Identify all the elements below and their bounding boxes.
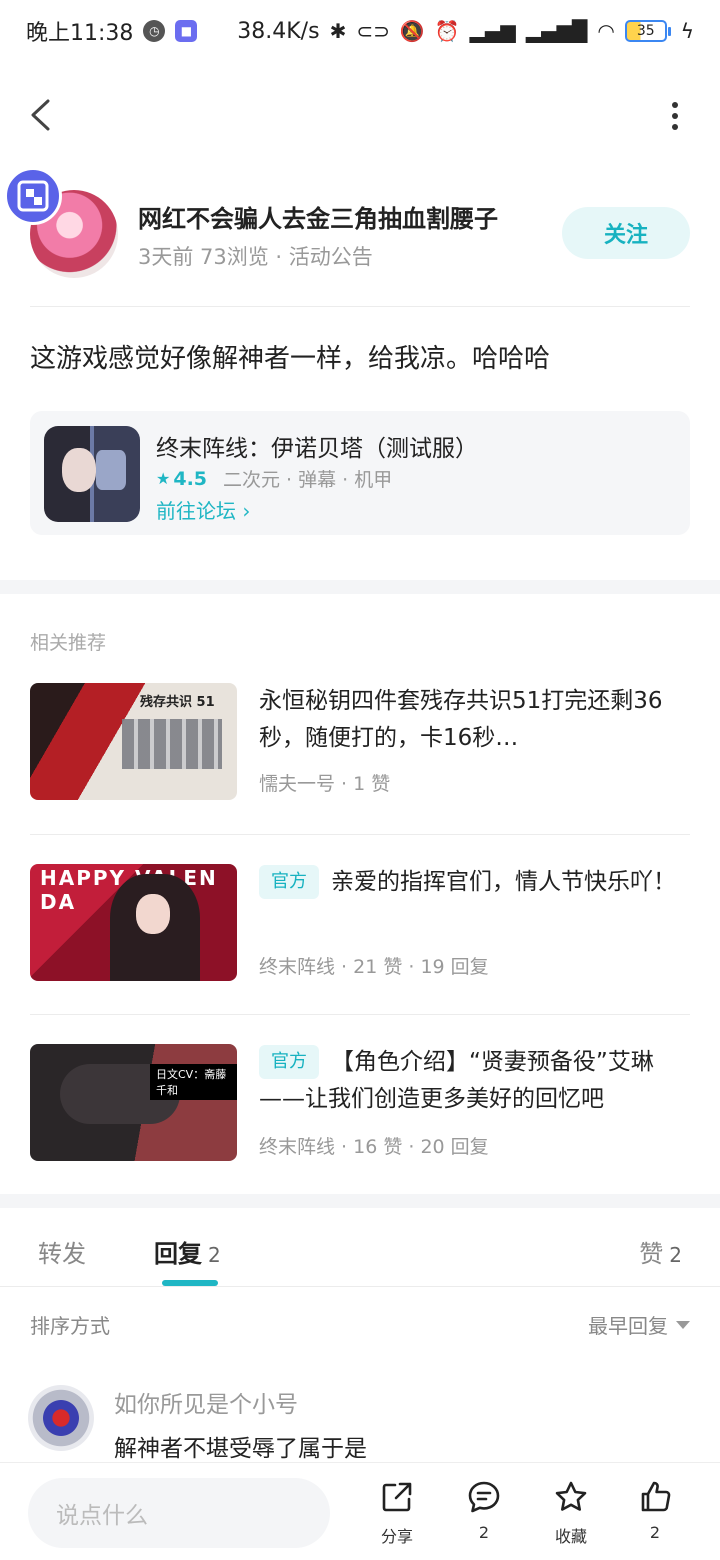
commenter-avatar[interactable]	[28, 1385, 94, 1451]
more-options-icon[interactable]	[670, 102, 680, 130]
author-name[interactable]: 网红不会骗人去金三角抽血割腰子	[138, 199, 498, 234]
tab-reply-label: 回复	[154, 1240, 202, 1268]
mute-icon: 🔕	[399, 19, 425, 43]
official-tag: 官方	[259, 865, 319, 899]
author-header: 网红不会骗人去金三角抽血割腰子 3天前 73浏览 · 活动公告 关注	[0, 167, 720, 285]
tab-like-count: 2	[669, 1243, 682, 1267]
app-notification-icon: ◷	[143, 20, 166, 42]
section-divider	[0, 580, 720, 594]
sort-row: 排序方式 最早回复	[30, 1310, 690, 1339]
related-title: 官方 亲爱的指挥官们，情人节快乐吖！	[259, 864, 689, 901]
app-notification-icon: ■	[175, 20, 198, 42]
post-body: 这游戏感觉好像解神者一样，给我凉。哈哈哈	[30, 344, 551, 374]
related-title: 官方 【角色介绍】“贤妻预备役”艾琳——让我们创造更多美好的回忆吧	[259, 1044, 689, 1118]
related-meta: 终末阵线 · 21 赞 · 19 回复	[259, 956, 489, 978]
like-count: 2	[649, 1523, 661, 1542]
badge-icon	[4, 167, 62, 225]
top-nav	[0, 80, 720, 150]
tab-like-label: 赞	[639, 1240, 664, 1268]
favorite-label: 收藏	[554, 1527, 587, 1546]
related-title: 永恒秘钥四件套残存共识51打完还剩36秒，随便打的，卡16秒…	[259, 683, 689, 757]
game-icon	[44, 426, 140, 522]
related-thumbnail: 日文CV：斋藤千和	[30, 1044, 237, 1161]
thumbnail-caption: 日文CV：斋藤千和	[150, 1064, 237, 1100]
wifi-icon: ◠	[597, 19, 615, 43]
forum-link[interactable]: 前往论坛 ›	[156, 495, 250, 524]
sort-value: 最早回复	[588, 1314, 668, 1338]
divider	[30, 1014, 690, 1015]
tab-reply[interactable]: 回复 2	[154, 1234, 221, 1269]
sort-dropdown[interactable]: 最早回复	[588, 1310, 690, 1339]
toggle-icon: ⊂⊃	[356, 19, 390, 43]
related-label: 相关推荐	[30, 632, 107, 654]
game-meta: ★ 4.5 二次元 · 弹幕 · 机甲	[156, 465, 392, 492]
bluetooth-icon: ✱	[329, 19, 347, 43]
network-speed: 38.4K/s	[237, 18, 320, 44]
related-item[interactable]: 日文CV：斋藤千和 官方 【角色介绍】“贤妻预备役”艾琳——让我们创造更多美好的回…	[30, 1044, 690, 1164]
chevron-right-icon: ›	[242, 499, 251, 523]
game-rating: 4.5	[173, 467, 208, 490]
tab-forward[interactable]: 转发	[38, 1234, 86, 1269]
related-item[interactable]: HAPPY VALEN DA 官方亲爱的指挥官们，情人节快乐吖！ 终末阵线 · …	[30, 864, 690, 984]
related-title-text: 亲爱的指挥官们，情人节快乐吖！	[331, 869, 676, 895]
sort-label: 排序方式	[30, 1314, 110, 1338]
star-outline-icon	[555, 1481, 587, 1511]
charging-icon: ϟ	[680, 19, 694, 43]
comment-input[interactable]: 说点什么	[28, 1478, 330, 1548]
forum-link-label: 前往论坛	[156, 499, 236, 523]
share-button[interactable]: 分享	[362, 1479, 432, 1547]
caret-down-icon	[676, 1320, 690, 1329]
comment-text: 解神者不堪受辱了属于是	[114, 1436, 367, 1462]
game-card[interactable]: 终末阵线：伊诺贝塔（测试服） ★ 4.5 二次元 · 弹幕 · 机甲 前往论坛 …	[30, 411, 690, 535]
battery-icon: 35	[624, 20, 671, 42]
section-divider	[0, 1194, 720, 1208]
share-icon	[382, 1482, 412, 1512]
official-tag: 官方	[259, 1045, 319, 1079]
comment-icon	[468, 1481, 500, 1513]
battery-level: 35	[624, 20, 667, 42]
thumbnail-caption: 残存共识 51	[140, 695, 215, 710]
comment-button[interactable]: 2	[449, 1479, 519, 1542]
related-item[interactable]: 残存共识 51 永恒秘钥四件套残存共识51打完还剩36秒，随便打的，卡16秒… …	[30, 683, 690, 803]
divider	[0, 1286, 720, 1287]
post-meta: 3天前 73浏览 · 活动公告	[138, 245, 373, 269]
related-thumbnail: 残存共识 51	[30, 683, 237, 800]
follow-button[interactable]: 关注	[562, 207, 690, 259]
favorite-button[interactable]: 收藏	[536, 1479, 606, 1547]
back-arrow-icon[interactable]	[28, 98, 54, 132]
status-bar: 晚上11:38 ◷ ■ 38.4K/s ✱ ⊂⊃ 🔕 ⏰ ▂▄▆ ▂▄▆█ ◠ …	[0, 0, 720, 62]
related-thumbnail: HAPPY VALEN DA	[30, 864, 237, 981]
tab-reply-count: 2	[208, 1243, 221, 1267]
signal-icon: ▂▄▆	[469, 19, 516, 43]
share-label: 分享	[380, 1527, 413, 1546]
comment-count: 2	[478, 1523, 490, 1542]
status-time: 晚上11:38	[26, 21, 134, 46]
star-icon: ★	[156, 469, 171, 488]
divider	[30, 834, 690, 835]
tab-forward-label: 转发	[38, 1240, 86, 1268]
tab-like[interactable]: 赞2	[639, 1234, 682, 1269]
signal-hd-icon: ▂▄▆█	[525, 19, 588, 43]
bottom-action-bar: 说点什么 分享 2 收藏 2	[0, 1462, 720, 1560]
related-meta: 终末阵线 · 16 赞 · 20 回复	[259, 1136, 489, 1158]
related-title-text: 永恒秘钥四件套残存共识51打完还剩36秒，随便打的，卡16秒…	[259, 688, 663, 751]
comment-input-placeholder: 说点什么	[56, 1503, 148, 1529]
game-tags: 二次元 · 弹幕 · 机甲	[223, 469, 393, 491]
commenter-name[interactable]: 如你所见是个小号	[114, 1385, 298, 1419]
alarm-icon: ⏰	[434, 19, 460, 43]
divider	[30, 306, 690, 307]
like-button[interactable]: 2	[620, 1479, 690, 1542]
related-meta: 懦夫一号 · 1 赞	[259, 773, 391, 795]
comment-tabs: 转发 回复 2 赞2	[0, 1210, 720, 1286]
thumbs-up-icon	[641, 1481, 671, 1512]
game-title: 终末阵线：伊诺贝塔（测试服）	[156, 436, 478, 462]
